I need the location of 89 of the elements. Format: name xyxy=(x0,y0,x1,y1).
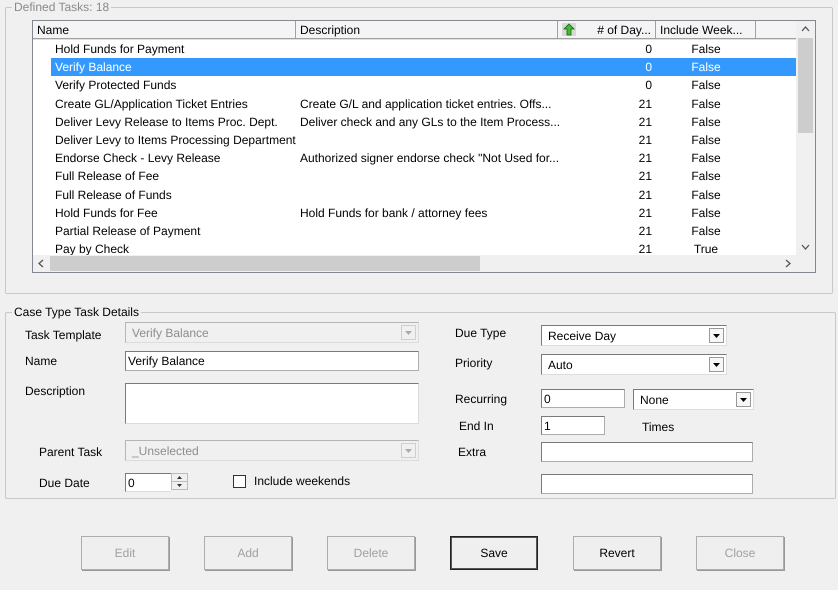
table-cell-text: 21 xyxy=(638,132,653,149)
scroll-left-icon[interactable] xyxy=(38,260,44,268)
task-row[interactable]: Create GL/Application Ticket Entries Create G/L and application ticket entries. Offs... 21 False xyxy=(51,94,796,113)
table-cell-text: False xyxy=(690,186,722,204)
field-label: Priority xyxy=(455,355,494,370)
table-cell-text: 21 xyxy=(638,150,653,168)
table-cell-text: False xyxy=(690,96,722,113)
table-cell-text: False xyxy=(690,41,722,58)
table-cell-text: False xyxy=(690,59,722,76)
checkbox-label: Include weekends xyxy=(254,474,350,488)
table-cell-text: True xyxy=(692,241,720,255)
table-cell-text: Full Release of Funds xyxy=(54,186,173,204)
table-cell-text: 21 xyxy=(638,241,653,255)
task-row[interactable]: Partial Release of Payment 21 False xyxy=(51,222,796,240)
task-row[interactable]: Full Release of Funds 21 False xyxy=(51,186,796,204)
name-field[interactable]: Verify Balance xyxy=(125,351,419,371)
task-row[interactable]: Deliver Levy Release to Items Proc. Dept. Deliver check and any GLs to the Item Process... 21 False xyxy=(51,112,796,131)
action-button[interactable]: Save xyxy=(450,536,538,570)
text-field[interactable] xyxy=(541,474,753,494)
task-row[interactable]: Deliver Levy to Items Processing Department 21 False xyxy=(51,130,796,150)
scroll-down-icon[interactable] xyxy=(802,244,810,250)
table-cell-text: 0 xyxy=(644,77,653,94)
table-cell-text: Create GL/Application Ticket Entries xyxy=(54,96,249,113)
table-cell-text: Deliver Levy to Items Processing Department xyxy=(54,132,296,149)
table-cell-text: False xyxy=(690,132,722,149)
due-date-field[interactable]: 0 xyxy=(125,473,171,492)
field-label: Parent Task xyxy=(38,444,104,459)
sort-up-icon xyxy=(562,23,576,36)
field-label: Due Type xyxy=(455,325,508,340)
table-cell-text: Partial Release of Payment xyxy=(54,222,202,240)
table-cell-text: 21 xyxy=(638,114,653,131)
vertical-scrollbar[interactable] xyxy=(796,21,815,255)
table-cell-text: 21 xyxy=(638,186,653,204)
scroll-right-icon[interactable] xyxy=(786,260,791,268)
task-row[interactable]: Full Release of Fee 21 False xyxy=(51,167,796,186)
field-label: Description xyxy=(25,383,86,398)
priority-dropdown[interactable]: Auto xyxy=(541,354,727,375)
task-row[interactable]: Verify Protected Funds 0 False xyxy=(51,76,796,95)
table-cell-text: Hold Funds for bank / attorney fees xyxy=(299,204,488,222)
column-header[interactable]: Name xyxy=(33,21,296,39)
scroll-up-icon[interactable] xyxy=(802,26,810,32)
table-cell-text: Full Release of Fee xyxy=(54,168,160,186)
table-cell-text: False xyxy=(690,168,722,186)
group-title: Case Type Task Details xyxy=(13,305,140,319)
table-cell-text: 0 xyxy=(644,59,653,76)
description-field[interactable] xyxy=(125,383,419,424)
group-title: Defined Tasks: 18 xyxy=(13,0,110,14)
table-cell-text: 21 xyxy=(638,168,653,186)
end-in-field[interactable]: 1 xyxy=(541,416,605,435)
table-cell-text: Endorse Check - Levy Release xyxy=(54,150,222,168)
spinner-arrows-icon[interactable] xyxy=(171,473,188,490)
table-cell-text: False xyxy=(690,204,722,222)
table-cell-text: Create G/L and application ticket entries. Offs... xyxy=(299,96,552,113)
table-cell-text: Authorized signer endorse check "Not Used for... xyxy=(299,150,558,168)
task-list[interactable] xyxy=(32,20,816,273)
column-header[interactable]: Include Week... xyxy=(656,21,756,39)
table-cell-text: Deliver Levy Release to Items Proc. Dept. xyxy=(54,114,279,131)
table-cell-text: False xyxy=(690,114,722,131)
table-cell-text: 21 xyxy=(638,222,653,240)
field-label: Recurring xyxy=(455,391,508,406)
table-cell-text: Hold Funds for Payment xyxy=(54,41,186,58)
task-row[interactable]: Hold Funds for Fee Hold Funds for bank / attorney fees 21 False xyxy=(51,204,796,222)
field-label: Due Date xyxy=(38,475,91,490)
table-cell-text: False xyxy=(690,222,722,240)
extra-field[interactable] xyxy=(541,442,753,462)
field-label: Extra xyxy=(457,444,488,459)
field-label: Times xyxy=(642,419,674,434)
table-cell-text: False xyxy=(690,77,722,94)
task-row[interactable]: Endorse Check - Levy Release Authorized signer endorse check "Not Used for... 21 False xyxy=(51,149,796,168)
recurring-field[interactable]: 0 xyxy=(541,389,625,408)
table-cell-text: Hold Funds for Fee xyxy=(54,204,159,222)
table-cell-text: Verify Protected Funds xyxy=(54,77,178,94)
table-cell-text: 21 xyxy=(638,204,653,222)
table-cell-text: 0 xyxy=(644,41,653,58)
recurring-unit-dropdown[interactable]: None xyxy=(633,389,754,410)
due-type-dropdown[interactable]: Receive Day xyxy=(541,325,727,346)
field-label: End In xyxy=(458,418,495,433)
table-cell-text: False xyxy=(690,150,722,168)
column-header[interactable]: # of Day... xyxy=(558,21,656,39)
field-label: Name xyxy=(25,353,58,368)
column-header[interactable]: Description xyxy=(296,21,558,39)
field-label: Task Template xyxy=(25,327,102,342)
action-button[interactable]: Revert xyxy=(573,536,661,570)
table-cell-text: 21 xyxy=(638,96,653,113)
task-row[interactable]: Hold Funds for Payment 0 False xyxy=(51,40,796,58)
checkbox[interactable] xyxy=(233,474,246,488)
table-cell-text: Verify Balance xyxy=(54,59,133,76)
table-cell-text: Deliver check and any GLs to the Item Process... xyxy=(299,114,558,131)
horizontal-scrollbar[interactable] xyxy=(33,255,815,272)
